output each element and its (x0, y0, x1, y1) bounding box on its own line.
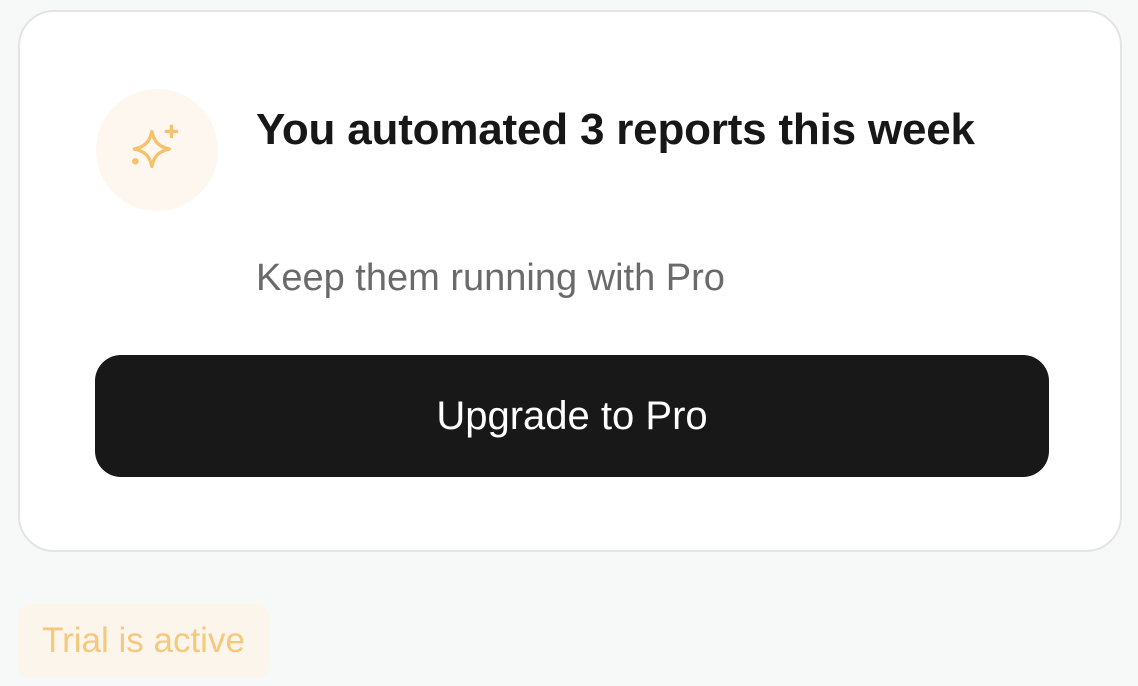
upgrade-to-pro-button[interactable]: Upgrade to Pro (95, 355, 1049, 477)
sparkles-icon (132, 124, 179, 169)
card-title: You automated 3 reports this week (256, 105, 975, 154)
card-subtitle: Keep them running with Pro (256, 257, 725, 299)
trial-status-badge: Trial is active (18, 604, 269, 678)
upgrade-card: You automated 3 reports this week Keep t… (18, 10, 1122, 552)
sparkles-icon-container (96, 89, 218, 211)
